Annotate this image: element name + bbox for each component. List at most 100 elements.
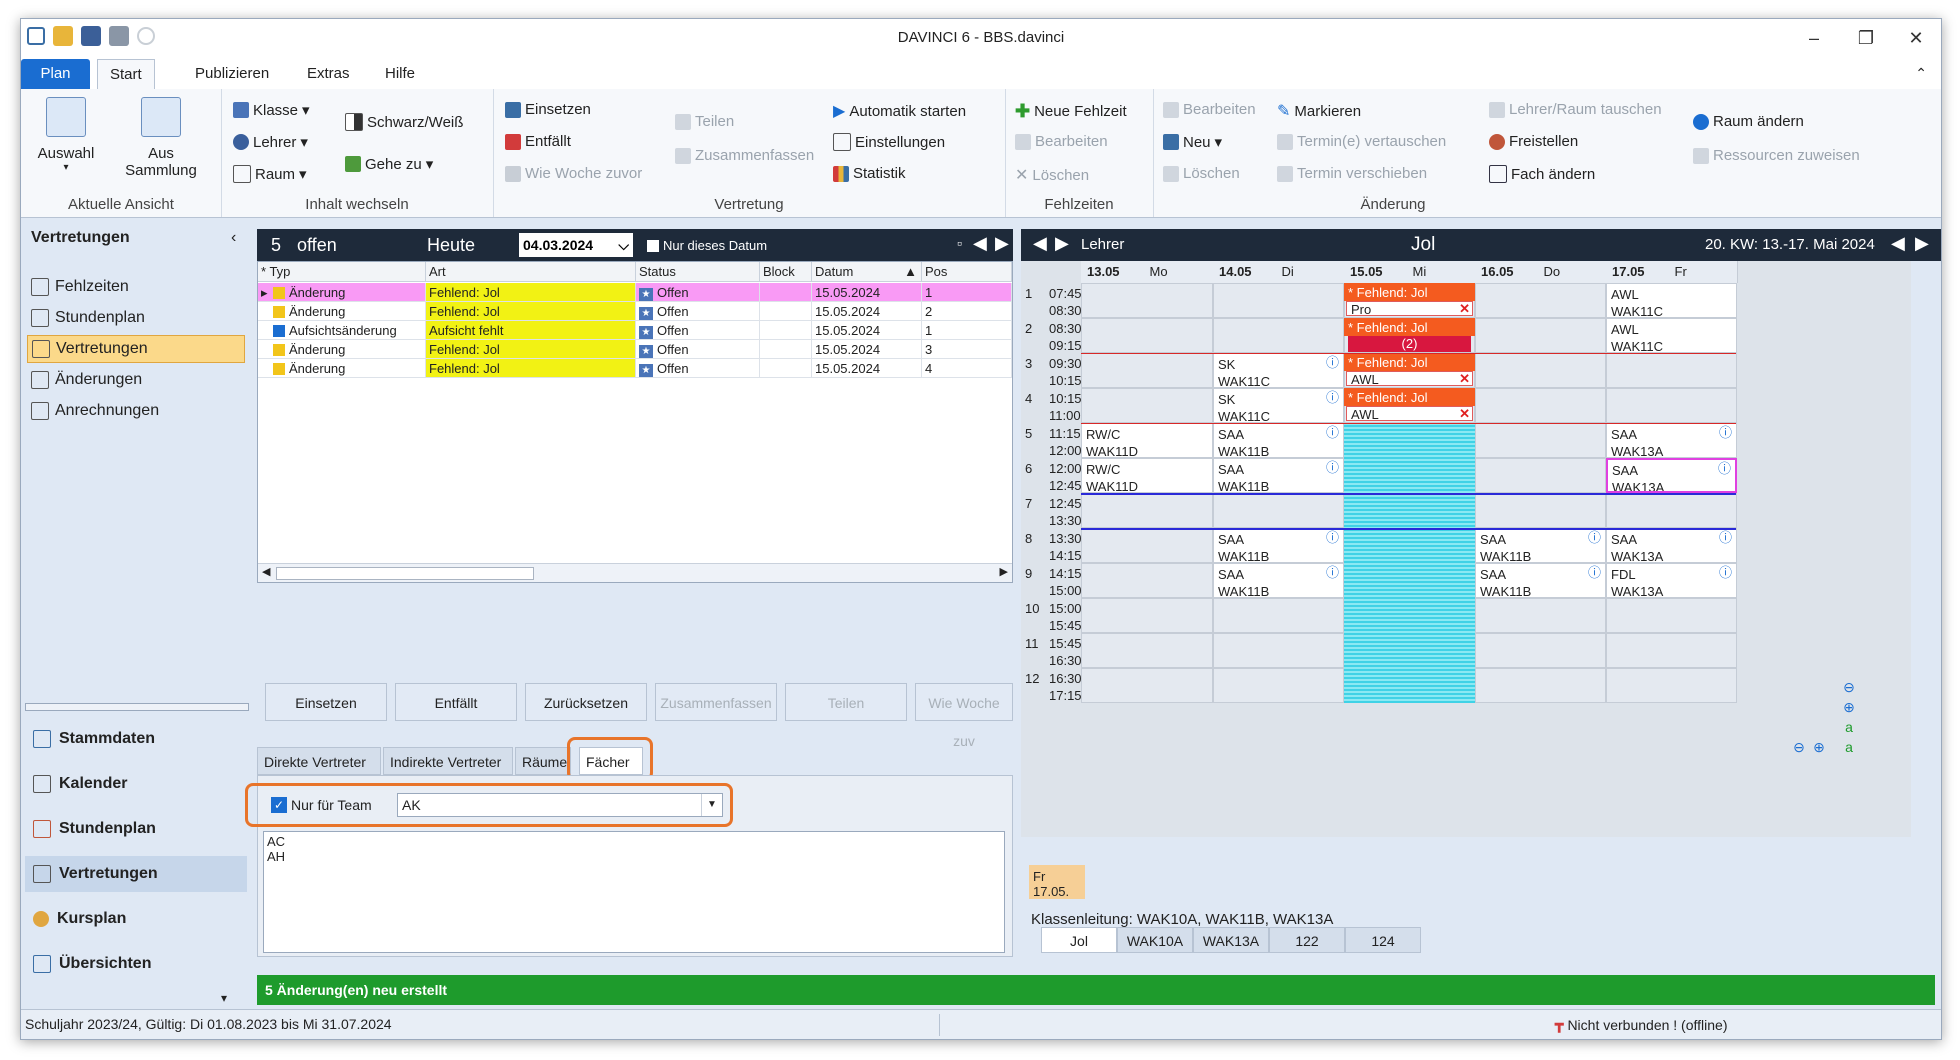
horizontal-scrollbar[interactable]: ◀ ▶ — [258, 563, 1012, 582]
auswahl-button[interactable]: Auswahl ▾ — [31, 97, 101, 173]
table-cell-block[interactable] — [760, 321, 812, 340]
table-row[interactable]: ▸ Änderung Fehlend: Jol ★ Offen 15.05.2024 1 — [258, 283, 1012, 302]
tab-direkte-vertreter[interactable]: Direkte Vertreter — [257, 747, 381, 775]
nav-item-anrechnungen[interactable]: Anrechnungen — [27, 397, 245, 425]
tab-plan[interactable]: Plan — [21, 59, 90, 89]
day-header[interactable]: 14.05 Di — [1213, 261, 1345, 283]
nav-stundenplan[interactable]: Stundenplan — [25, 811, 247, 847]
einstellungen-button[interactable]: Einstellungen — [833, 133, 945, 151]
schwarz-weiss-button[interactable]: Schwarz/Weiß — [345, 113, 463, 131]
entfaellt-ribbon-button[interactable]: Entfällt — [505, 133, 571, 150]
wie-woche-zuvor-button[interactable]: Wie Woche zuv — [915, 683, 1013, 749]
lesson-cell[interactable]: SAA WAK11B ⓘ — [1475, 528, 1606, 563]
markieren-button[interactable]: ✎ Markieren — [1277, 101, 1361, 121]
empty-slot[interactable] — [1475, 388, 1606, 423]
lesson-cell[interactable]: SAA WAK13A ⓘ — [1606, 458, 1737, 493]
zoom-out-icon[interactable]: ⊖ — [1791, 739, 1807, 755]
einsetzen-button[interactable]: Einsetzen — [265, 683, 387, 721]
column-header-status[interactable]: Status — [636, 262, 760, 282]
empty-slot[interactable] — [1475, 598, 1606, 633]
empty-slot[interactable] — [1081, 318, 1213, 353]
table-cell-typ[interactable]: Änderung — [258, 359, 426, 378]
zusammenfassen-button[interactable]: Zusammenfassen — [655, 683, 777, 721]
fach-aendern-button[interactable]: Fach ändern — [1489, 165, 1595, 183]
table-row[interactable]: Änderung Fehlend: Jol ★ Offen 15.05.2024 3 — [258, 340, 1012, 359]
empty-slot[interactable] — [1081, 493, 1213, 528]
info-icon[interactable]: ⓘ — [1719, 424, 1732, 441]
lesson-cell[interactable]: FDL WAK13A ⓘ — [1606, 563, 1737, 598]
remove-icon[interactable]: ✕ — [1459, 406, 1470, 421]
day-header[interactable]: 15.05 Mi — [1344, 261, 1476, 283]
empty-slot[interactable] — [1475, 493, 1606, 528]
table-cell-datum[interactable]: 15.05.2024 — [812, 340, 922, 359]
next-week-icon[interactable]: ▶ — [1915, 233, 1929, 254]
restore-button[interactable]: ❐ — [1843, 23, 1889, 53]
column-header-block[interactable]: Block — [760, 262, 812, 282]
zoom-out-icon[interactable]: ⊖ — [1841, 679, 1857, 695]
table-cell-datum[interactable]: 15.05.2024 — [812, 302, 922, 321]
prev-week-icon[interactable]: ◀ — [1891, 233, 1905, 254]
substitution-cell[interactable]: AWL ✕ — [1346, 406, 1473, 422]
empty-slot[interactable] — [1081, 668, 1213, 703]
tab-wak13a[interactable]: WAK13A — [1193, 927, 1269, 953]
table-cell-status[interactable]: ★ Offen — [636, 321, 760, 340]
column-header-datum[interactable]: Datum ▲ — [812, 262, 922, 282]
automatik-starten-button[interactable]: ▶ Automatik starten — [833, 101, 966, 121]
zusammenfassen-ribbon-button[interactable]: Zusammenfassen — [675, 147, 814, 164]
nav-kalender[interactable]: Kalender — [25, 766, 247, 802]
font-large-icon[interactable]: a — [1841, 739, 1857, 755]
minimize-button[interactable]: – — [1791, 23, 1837, 53]
table-cell-block[interactable] — [760, 359, 812, 378]
tab-124[interactable]: 124 — [1345, 927, 1421, 953]
lesson-cell[interactable]: RW/C WAK11D — [1081, 423, 1213, 458]
nav-item-fehlzeiten[interactable]: Fehlzeiten — [27, 273, 245, 301]
day-header[interactable]: 17.05 Fr — [1606, 261, 1738, 283]
table-cell-datum[interactable]: 15.05.2024 — [812, 359, 922, 378]
nav-vertretungen[interactable]: Vertretungen — [25, 856, 247, 892]
lehrer-button[interactable]: Lehrer ▾ — [233, 133, 308, 151]
fehlzeit-loeschen-button[interactable]: ✕ Löschen — [1015, 165, 1089, 185]
empty-slot[interactable] — [1081, 563, 1213, 598]
absent-cell[interactable]: * Fehlend: Jol — [1344, 353, 1475, 371]
lesson-cell[interactable]: SAA WAK11B ⓘ — [1475, 563, 1606, 598]
lesson-cell[interactable]: SAA WAK11B ⓘ — [1213, 423, 1344, 458]
freistellen-button[interactable]: Freistellen — [1489, 133, 1578, 150]
neue-fehlzeit-button[interactable]: ✚ Neue Fehlzeit — [1015, 101, 1127, 122]
table-row[interactable]: Änderung Fehlend: Jol ★ Offen 15.05.2024 4 — [258, 359, 1012, 378]
info-icon[interactable]: ⓘ — [1326, 459, 1339, 476]
empty-slot[interactable] — [1475, 283, 1606, 318]
nav-item-vertretungen[interactable]: Vertretungen — [27, 335, 245, 363]
nav-more-icon[interactable]: ▾ — [221, 991, 227, 1005]
lesson-cell[interactable]: RW/C WAK11D — [1081, 458, 1213, 493]
empty-slot[interactable] — [1213, 493, 1344, 528]
zuruecksetzen-button[interactable]: Zurücksetzen — [525, 683, 647, 721]
table-cell-art[interactable]: Fehlend: Jol — [426, 340, 636, 359]
table-cell-art[interactable]: Fehlend: Jol — [426, 283, 636, 302]
pin-icon[interactable]: ▫ — [957, 235, 962, 251]
empty-slot[interactable] — [1475, 633, 1606, 668]
scroll-left-icon[interactable]: ◀ — [262, 565, 270, 578]
table-cell-typ[interactable]: Änderung — [258, 302, 426, 321]
empty-slot[interactable] — [1606, 633, 1737, 668]
empty-slot[interactable] — [1475, 423, 1606, 458]
close-button[interactable]: ✕ — [1893, 23, 1939, 53]
gehe-zu-button[interactable]: Gehe zu ▾ — [345, 155, 433, 173]
list-item[interactable]: AH — [267, 849, 1001, 864]
tab-wak10a[interactable]: WAK10A — [1117, 927, 1193, 953]
zoom-in-icon[interactable]: ⊕ — [1841, 699, 1857, 715]
absent-cell[interactable]: * Fehlend: Jol — [1344, 318, 1475, 336]
info-icon[interactable]: ⓘ — [1326, 424, 1339, 441]
date-picker[interactable]: 04.03.2024 ⌵ — [519, 233, 633, 257]
lesson-cell[interactable]: AWL WAK11C — [1606, 318, 1737, 353]
lesson-cell[interactable]: SAA WAK11B ⓘ — [1213, 458, 1344, 493]
table-cell-datum[interactable]: 15.05.2024 — [812, 321, 922, 340]
day-header[interactable]: 13.05 Mo — [1081, 261, 1214, 283]
table-cell-status[interactable]: ★ Offen — [636, 340, 760, 359]
aenderung-loeschen-button[interactable]: Löschen — [1163, 165, 1240, 182]
table-cell-status[interactable]: ★ Offen — [636, 302, 760, 321]
scroll-right-icon[interactable]: ▶ — [1000, 565, 1008, 578]
termin-verschieben-button[interactable]: Termin verschieben — [1277, 165, 1427, 182]
empty-slot[interactable] — [1475, 353, 1606, 388]
substitution-cell[interactable]: AWL ✕ — [1346, 371, 1473, 387]
info-icon[interactable]: ⓘ — [1718, 460, 1731, 477]
